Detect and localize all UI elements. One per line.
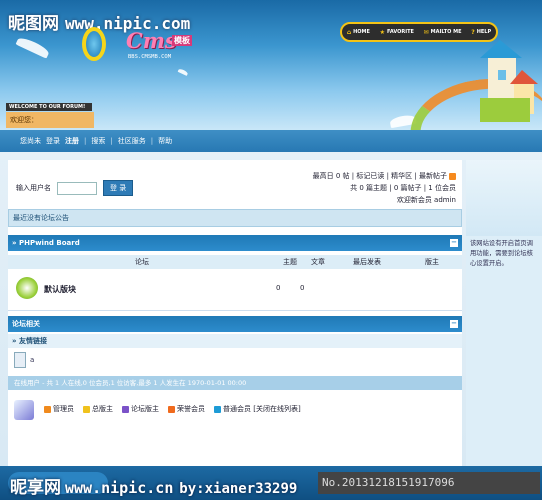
nav-separator: | [110, 137, 113, 145]
col-last-post: 最后发表 [353, 258, 381, 266]
friend-link[interactable]: a [30, 356, 34, 364]
forum-stats: 最高日 0 帖 | 标记已读 | 精华区 | 最新帖子 共 0 篇主题 | 0 … [313, 170, 456, 206]
legend-label: 管理员 [53, 405, 74, 413]
member-legend: 管理员 总版主 论坛版主 荣誉会员 普通会员 [关闭在线列表] [8, 390, 462, 430]
friend-links-title: » 友情链接 [8, 334, 462, 348]
seagull-icon [177, 68, 189, 76]
welcome-bar: WELCOME TO OUR FORUM! [6, 103, 92, 111]
document-icon [14, 352, 26, 368]
forum-topic-count: 0 [276, 284, 281, 292]
col-topics: 主题 [283, 258, 297, 266]
category-header-phpwind[interactable]: » PHPwind Board − [8, 235, 462, 251]
forum-status-icon [16, 277, 38, 299]
site-logo[interactable]: Cms 模板 BBS.CMSMB.COM [126, 28, 198, 62]
newest-member[interactable]: 欢迎新会员 admin [313, 194, 456, 206]
top-navigation: ⌂ HOME ★ FAVORITE ✉ MAILTO ME ? HELP [340, 22, 498, 42]
friend-links-row: a [8, 348, 462, 376]
sidebar-header [466, 160, 542, 236]
table-header: 论坛 主题 文章 最后发表 版主 [8, 255, 462, 269]
nav-separator: | [84, 137, 87, 145]
nav-status-text: 您尚未 [20, 137, 41, 145]
nav-search-link[interactable]: 搜索 [91, 136, 105, 146]
seagull-icon [15, 35, 51, 59]
main-content: 输入用户名 登 录 最高日 0 帖 | 标记已读 | 精华区 | 最新帖子 共 … [8, 160, 462, 466]
rss-icon[interactable] [449, 172, 456, 180]
nav-community-link[interactable]: 社区服务 [118, 136, 146, 146]
nav-help-link[interactable]: 帮助 [158, 136, 172, 146]
forum-post-count: 0 [300, 284, 305, 292]
watermark-brand: 昵图网 [8, 14, 59, 34]
legend-color-icon [214, 405, 221, 413]
category-title[interactable]: » PHPwind Board [12, 239, 80, 247]
legend-color-icon [122, 405, 129, 413]
nav-login-link[interactable]: 登录 [46, 136, 60, 146]
category-header-related[interactable]: 论坛相关 − [8, 316, 462, 332]
legend-label: 荣誉会员 [177, 405, 205, 413]
legend-label: 总版主 [92, 405, 113, 413]
users-icon [14, 400, 34, 420]
col-posts: 文章 [311, 258, 325, 266]
mailto-label: MAILTO ME [430, 29, 462, 35]
logo-ring-icon [82, 27, 106, 61]
collapse-icon[interactable]: − [450, 239, 458, 247]
castle-illustration [480, 40, 538, 122]
legend-item: 管理员 [44, 404, 74, 414]
home-link[interactable]: ⌂ HOME [347, 29, 370, 36]
favorite-label: FAVORITE [387, 29, 414, 35]
footer: 昵享网 www.nipic.cn by:xianer33299 No.201312… [0, 466, 542, 500]
legend-item: 总版主 [83, 404, 113, 414]
watermark-brand: 昵享网 [10, 478, 61, 498]
col-moderator: 版主 [425, 258, 439, 266]
category-title[interactable]: 论坛相关 [12, 320, 40, 328]
username-label: 输入用户名 [16, 184, 51, 192]
sidebar-notice: 该网站设有开启首页调用功能，需要到论坛核心设置开启。 [470, 240, 533, 267]
forum-link[interactable]: 默认版块 [44, 284, 76, 295]
main-navbar: 您尚未 登录 注册 | 搜索 | 社区服务 | 帮助 [0, 130, 542, 152]
sidebar: 该网站设有开启首页调用功能，需要到论坛核心设置开启。 [466, 160, 542, 466]
mailto-link[interactable]: ✉ MAILTO ME [424, 29, 462, 36]
help-icon: ? [471, 28, 475, 36]
home-label: HOME [353, 29, 370, 35]
legend-label[interactable]: 普通会员 [关闭在线列表] [223, 404, 301, 414]
login-button[interactable]: 登 录 [103, 180, 134, 196]
legend-item: 论坛版主 [122, 404, 159, 414]
logo-badge: 模板 [172, 35, 192, 46]
greeting-text: 欢迎您： [6, 112, 94, 128]
favorite-link[interactable]: ★ FAVORITE [380, 29, 414, 36]
header-banner: 昵图网 www.nipic.com Cms 模板 BBS.CMSMB.COM ⌂ H… [0, 0, 542, 130]
watermark-url: www.nipic.cn [65, 479, 174, 497]
watermark-user: by:xianer33299 [179, 481, 298, 497]
collapse-icon[interactable]: − [450, 320, 458, 328]
legend-color-icon [44, 405, 51, 413]
announcement-bar: 最近没有论坛公告 [8, 209, 462, 227]
star-icon: ★ [379, 28, 386, 36]
online-users-bar: 在线用户 - 共 1 人在线,0 位会员,1 位访客,最多 1 人发生在 197… [8, 376, 462, 390]
col-forum: 论坛 [135, 258, 149, 266]
nav-register-link[interactable]: 注册 [65, 136, 79, 146]
watermark-id: No.20131218151917096 [318, 472, 540, 494]
home-icon: ⌂ [346, 28, 352, 36]
stats-counts: 共 0 篇主题 | 0 篇帖子 | 1 位会员 [350, 184, 456, 192]
legend-color-icon [83, 405, 90, 413]
legend-label: 论坛版主 [131, 405, 159, 413]
mail-icon: ✉ [423, 28, 429, 36]
stats-links[interactable]: 最高日 0 帖 | 标记已读 | 精华区 | 最新帖子 [313, 172, 447, 180]
watermark-bottom: 昵享网 www.nipic.cn by:xianer33299 [10, 473, 297, 498]
legend-color-icon [168, 405, 175, 413]
nav-separator: | [150, 137, 154, 145]
legend-item: 荣誉会员 [168, 404, 205, 414]
quick-login: 输入用户名 登 录 [16, 180, 134, 196]
legend-item: 普通会员 [关闭在线列表] [214, 404, 301, 414]
username-input[interactable] [57, 181, 97, 195]
legend-items: 管理员 总版主 论坛版主 荣誉会员 普通会员 [关闭在线列表] [44, 404, 301, 414]
help-label: HELP [476, 29, 492, 35]
help-link[interactable]: ? HELP [471, 29, 491, 36]
logo-subtitle: BBS.CMSMB.COM [128, 54, 172, 60]
table-row: 默认版块 0 0 [8, 269, 462, 311]
